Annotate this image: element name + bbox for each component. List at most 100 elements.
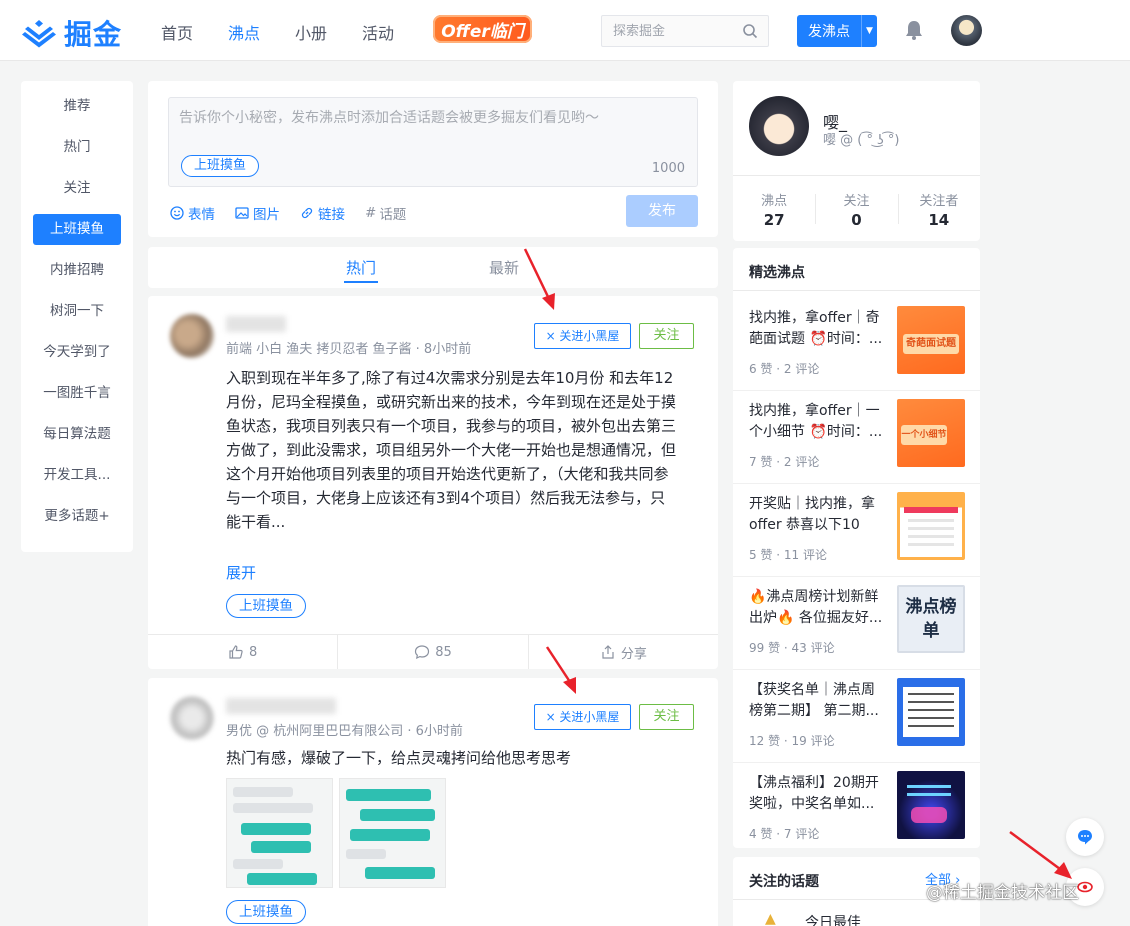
topic-label: 话题 bbox=[379, 207, 407, 223]
featured-item[interactable]: 🔥沸点周榜计划新鲜出炉🔥 各位掘友好... 99 赞 · 43 评论 沸点榜单 bbox=[733, 577, 980, 670]
thumb-label: 奇葩面试题 bbox=[903, 334, 959, 354]
juejin-logo-icon bbox=[22, 20, 56, 48]
followed-topic-item[interactable]: 今日最佳 bbox=[805, 912, 861, 926]
main-nav: 首页 沸点 小册 活动 bbox=[161, 20, 429, 44]
nav-books[interactable]: 小册 bbox=[295, 20, 327, 44]
sidebar-item-algorithm[interactable]: 每日算法题 bbox=[33, 419, 121, 450]
tab-latest[interactable]: 最新 bbox=[489, 257, 519, 278]
share-icon bbox=[602, 645, 614, 659]
featured-item[interactable]: 找内推，拿offer｜奇葩面试题 ⏰时间：... 6 赞 · 2 评论 奇葩面试… bbox=[733, 298, 980, 391]
blacklist-button[interactable]: × 关进小黑屋 bbox=[534, 704, 631, 730]
featured-item-text: 【沸点福利】20期开奖啦，中奖名单如... bbox=[749, 775, 879, 812]
pin-content: 入职到现在半年多了,除了有过4次需求分别是去年10月份 和去年12月份，尼玛全程… bbox=[226, 369, 677, 531]
featured-item-meta: 6 赞 · 2 评论 bbox=[749, 362, 820, 376]
follow-button[interactable]: 关注 bbox=[639, 704, 694, 730]
link-icon bbox=[301, 207, 313, 219]
image-label: 图片 bbox=[253, 207, 280, 223]
stat-value: 0 bbox=[851, 211, 862, 229]
publish-button[interactable]: 发布 bbox=[626, 195, 698, 227]
pin-topic-tag[interactable]: 上班摸鱼 bbox=[226, 594, 306, 618]
top-header: 掘金 首页 沸点 小册 活动 Offer临门 发沸点 ▼ bbox=[0, 0, 1130, 61]
bell-icon[interactable] bbox=[903, 19, 925, 41]
author-name-blurred[interactable] bbox=[226, 698, 336, 714]
followed-topics-title: 关注的话题 bbox=[749, 874, 819, 890]
comment-icon bbox=[415, 645, 430, 660]
char-count: 1000 bbox=[651, 161, 685, 176]
pin-image[interactable] bbox=[339, 778, 446, 888]
featured-item[interactable]: 开奖贴｜找内推，拿offer 恭喜以下10位... 5 赞 · 11 评论 bbox=[733, 484, 980, 577]
featured-thumb bbox=[897, 771, 965, 839]
composer-placeholder: 告诉你个小秘密，发布沸点时添加合适话题会被更多掘友们看见哟～ bbox=[179, 110, 599, 126]
featured-item[interactable]: 【沸点福利】20期开奖啦，中奖名单如... 4 赞 · 7 评论 bbox=[733, 763, 980, 856]
expand-link[interactable]: 展开 bbox=[226, 562, 256, 583]
search-input[interactable] bbox=[602, 16, 732, 46]
post-pin-button[interactable]: 发沸点 ▼ bbox=[797, 15, 877, 47]
stat-label: 关注者 bbox=[919, 194, 959, 209]
pin-card: 男优 @ 杭州阿里巴巴有限公司 · 6小时前 × 关进小黑屋 关注 热门有感，爆… bbox=[148, 678, 718, 926]
sidebar-item-referral[interactable]: 内推招聘 bbox=[33, 255, 121, 286]
juejin-logo[interactable]: 掘金 bbox=[22, 13, 122, 53]
search-icon[interactable] bbox=[742, 23, 758, 39]
sidebar-item-hot[interactable]: 热门 bbox=[33, 132, 121, 163]
stat-value: 27 bbox=[763, 211, 785, 229]
pin-topic-tag[interactable]: 上班摸鱼 bbox=[226, 900, 306, 924]
composer-topic-tag[interactable]: 上班摸鱼 bbox=[181, 155, 260, 177]
nav-events[interactable]: 活动 bbox=[362, 20, 394, 44]
sidebar-item-slacking[interactable]: 上班摸鱼 bbox=[33, 214, 121, 245]
author-name-blurred[interactable] bbox=[226, 316, 286, 332]
topic-tool[interactable]: # 话题 bbox=[365, 203, 406, 223]
pin-image[interactable] bbox=[226, 778, 333, 888]
sidebar-item-picture[interactable]: 一图胜千言 bbox=[33, 378, 121, 409]
nav-home[interactable]: 首页 bbox=[161, 20, 193, 44]
follow-button[interactable]: 关注 bbox=[639, 323, 694, 349]
thumbs-up-icon bbox=[229, 645, 243, 659]
profile-card: 嘤_ 嘤 @ ( ͡° ͜ʖ ͡°) 沸点 27 关注 0 关注者 14 bbox=[733, 81, 980, 241]
nav-pins[interactable]: 沸点 bbox=[228, 20, 260, 44]
chat-bubble-icon bbox=[1078, 830, 1092, 845]
sidebar-item-devtools[interactable]: 开发工具... bbox=[33, 460, 121, 491]
tab-hot[interactable]: 热门 bbox=[343, 257, 379, 283]
hash-icon: # bbox=[365, 205, 377, 221]
stat-followers[interactable]: 关注者 14 bbox=[897, 176, 980, 241]
sidebar-item-more[interactable]: 更多话题+ bbox=[33, 501, 121, 532]
stat-following[interactable]: 关注 0 bbox=[815, 176, 897, 241]
comment-button[interactable]: 85 bbox=[337, 635, 527, 669]
image-icon bbox=[235, 207, 249, 219]
post-pin-label: 发沸点 bbox=[808, 24, 850, 40]
offer-badge[interactable]: Offer临门 bbox=[433, 15, 532, 43]
featured-item-meta: 4 赞 · 7 评论 bbox=[749, 827, 820, 841]
stat-pins[interactable]: 沸点 27 bbox=[733, 176, 815, 241]
featured-title: 精选沸点 bbox=[749, 265, 805, 281]
composer-textarea[interactable]: 告诉你个小秘密，发布沸点时添加合适话题会被更多掘友们看见哟～ 上班摸鱼 1000 bbox=[168, 97, 698, 187]
featured-item[interactable]: 【获奖名单｜沸点周榜第二期】 第二期... 12 赞 · 19 评论 bbox=[733, 670, 980, 763]
sidebar-item-following[interactable]: 关注 bbox=[33, 173, 121, 204]
image-tool[interactable]: 图片 bbox=[235, 203, 280, 223]
featured-item-text: 找内推，拿offer｜一个小细节 ⏰时间：... bbox=[749, 403, 883, 440]
profile-avatar[interactable] bbox=[749, 96, 809, 156]
sidebar-item-til[interactable]: 今天学到了 bbox=[33, 337, 121, 368]
chevron-down-icon[interactable]: ▼ bbox=[861, 15, 877, 47]
search-box[interactable] bbox=[601, 15, 769, 47]
profile-subtitle: 嘤 @ ( ͡° ͜ʖ ͡°) bbox=[823, 133, 900, 148]
featured-item[interactable]: 找内推，拿offer｜一个小细节 ⏰时间：... 7 赞 · 2 评论 一个小细… bbox=[733, 391, 980, 484]
user-avatar[interactable] bbox=[951, 15, 982, 46]
featured-thumb: 沸点榜单 bbox=[897, 585, 965, 653]
author-avatar[interactable] bbox=[170, 314, 214, 358]
pin-composer: 告诉你个小秘密，发布沸点时添加合适话题会被更多掘友们看见哟～ 上班摸鱼 1000… bbox=[148, 81, 718, 237]
pin-content: 热门有感，爆破了一下，给点灵魂拷问给他思考思考 bbox=[226, 749, 572, 767]
blacklist-button[interactable]: × 关进小黑屋 bbox=[534, 323, 631, 349]
sidebar-item-recommend[interactable]: 推荐 bbox=[33, 91, 121, 122]
emoji-tool[interactable]: 表情 bbox=[170, 203, 215, 223]
featured-thumb: 奇葩面试题 bbox=[897, 306, 965, 374]
sidebar-item-treehole[interactable]: 树洞一下 bbox=[33, 296, 121, 327]
share-button[interactable]: 分享 bbox=[527, 635, 718, 669]
author-avatar[interactable] bbox=[170, 696, 214, 740]
featured-item-meta: 99 赞 · 43 评论 bbox=[749, 641, 835, 655]
emoji-label: 表情 bbox=[188, 207, 215, 223]
feedback-button[interactable] bbox=[1066, 818, 1104, 856]
like-button[interactable]: 8 bbox=[148, 635, 337, 669]
featured-item-meta: 12 赞 · 19 评论 bbox=[749, 734, 835, 748]
thumb-label: 一个小细节 bbox=[901, 425, 947, 445]
topic-trophy-icon: ▲ bbox=[765, 911, 776, 926]
link-tool[interactable]: 链接 bbox=[300, 203, 345, 223]
